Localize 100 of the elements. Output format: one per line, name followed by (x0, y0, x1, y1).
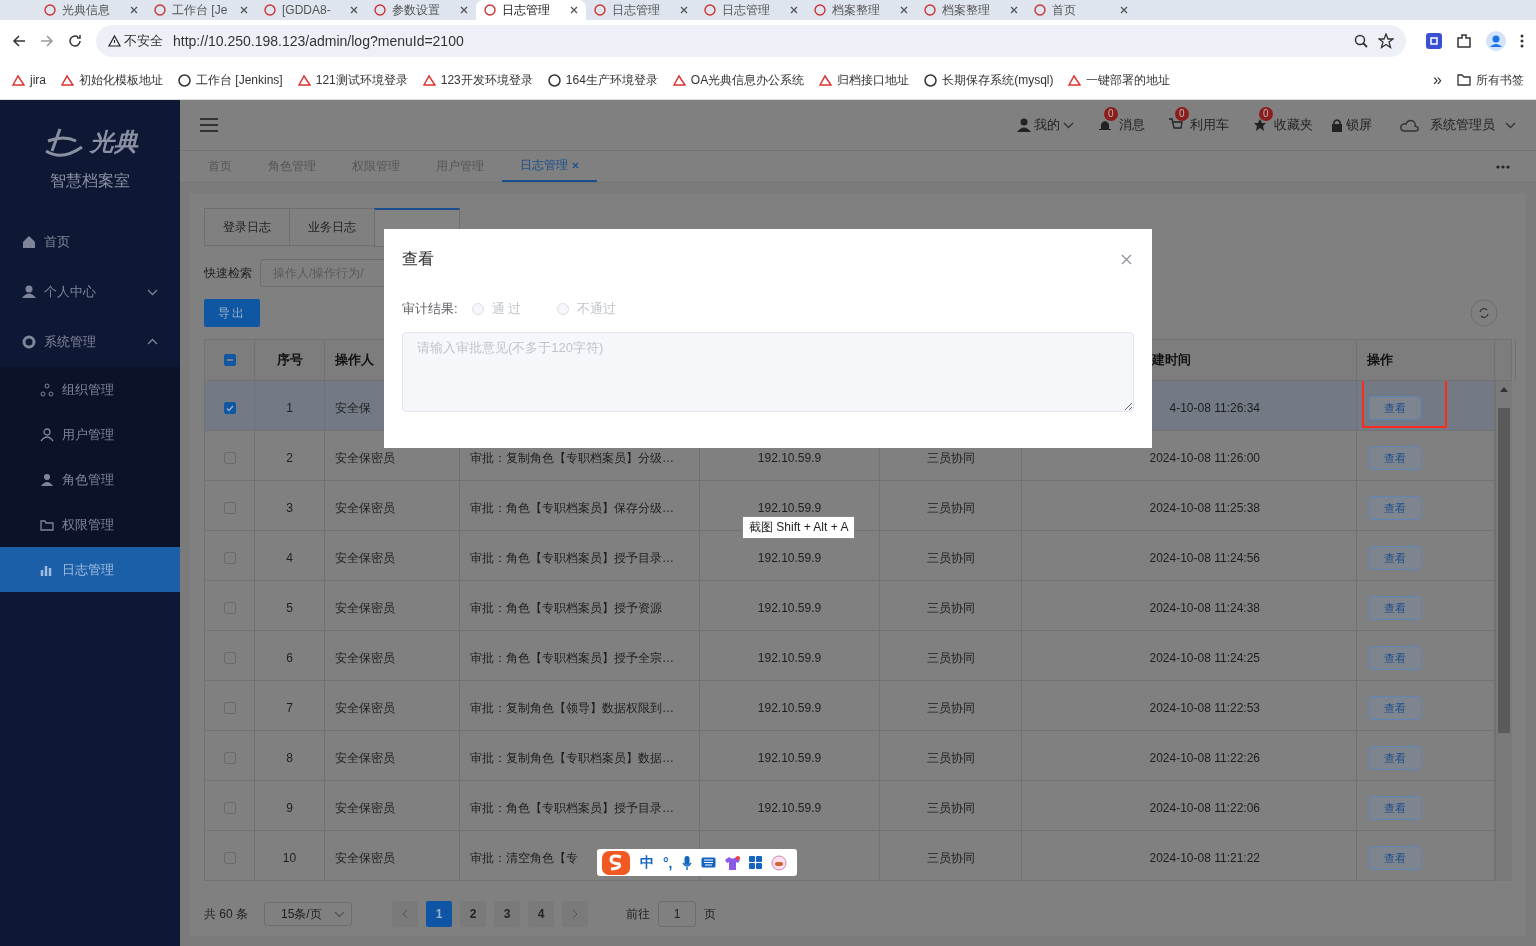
mascot-icon[interactable] (770, 854, 787, 871)
close-icon (680, 6, 688, 14)
bookmark[interactable]: 123开发环境登录 (422, 71, 533, 89)
warning-icon (108, 35, 121, 47)
table-row[interactable]: 6 安全保密员 审批：角色【专职档案员】授予全宗… 192.10.59.9 三员协同 2024-10-08 11:24:25 查看 (205, 631, 1495, 681)
more-icon[interactable] (1520, 34, 1524, 48)
zoom-icon[interactable] (1354, 34, 1368, 48)
radio-button[interactable] (471, 303, 484, 315)
bookmark-icon (547, 73, 561, 87)
table-row[interactable]: 7 安全保密员 审批：复制角色【领导】数据权限到… 192.10.59.9 三员协同 2024-10-08 11:22:53 查看 (205, 681, 1495, 731)
extension-icon[interactable] (1426, 33, 1442, 49)
bookmark[interactable]: 121测试环境登录 (297, 71, 408, 89)
log-tab[interactable]: 登录日志 (204, 208, 290, 246)
menu-icon[interactable] (200, 118, 218, 132)
browser-tab[interactable]: 参数设置 (366, 0, 476, 20)
table-cell: 8 (286, 751, 293, 765)
bookmark[interactable]: OA光典信息办公系统 (672, 71, 805, 89)
nav-subitem[interactable]: 组织管理 (0, 367, 180, 412)
table-row[interactable]: 9 安全保密员 审批：角色【专职档案员】授予目录… 192.10.59.9 三员协同 2024-10-08 11:22:06 查看 (205, 781, 1495, 831)
nav-item[interactable]: 系统管理 (0, 317, 180, 367)
page-button[interactable]: 3 (494, 901, 520, 927)
nav-item[interactable]: 首页 (0, 217, 180, 267)
table-row[interactable]: 8 安全保密员 审批：复制角色【专职档案员】数据… 192.10.59.9 三员协同 2024-10-08 11:22:26 查看 (205, 731, 1495, 781)
page-icon (814, 4, 826, 16)
bookmark-icon (178, 73, 191, 87)
tab-title: 工作台 [Je (172, 1, 229, 19)
browser-tab[interactable]: 日志管理 (586, 0, 696, 20)
nav-subitem[interactable]: 用户管理 (0, 412, 180, 457)
table-cell: 192.10.59.9 (757, 451, 822, 465)
select-all-checkbox[interactable] (223, 354, 236, 366)
apps-icon[interactable] (748, 856, 762, 869)
browser-tab[interactable]: 档案整理 (806, 0, 916, 20)
forward-icon[interactable] (40, 34, 54, 48)
table-cell: 三员协同 (926, 599, 975, 617)
page-button[interactable]: 4 (528, 901, 554, 927)
puzzle-icon[interactable] (1456, 33, 1472, 49)
ime-logo-icon[interactable] (601, 849, 631, 876)
lock-link[interactable]: 锁屏 (1331, 116, 1372, 134)
nav-icon (40, 382, 54, 397)
more-bookmarks[interactable]: » (1433, 71, 1442, 89)
view-button[interactable]: 查看 (1369, 446, 1421, 470)
star-icon[interactable] (1378, 33, 1394, 49)
ime-punctuation[interactable]: °, (663, 854, 673, 871)
browser-tab[interactable]: 档案整理 (916, 0, 1026, 20)
bookmark[interactable]: 初始化模板地址 (61, 71, 163, 89)
browser-tab[interactable]: 光典信息 (36, 0, 146, 20)
browser-tab[interactable]: [GDDA8- (256, 0, 366, 20)
profile-icon[interactable] (1486, 31, 1506, 51)
browser-tab[interactable]: 工作台 [Je (146, 0, 256, 20)
nav-item[interactable]: 个人中心 (0, 267, 180, 317)
browser-tab[interactable]: 首页 (1026, 0, 1136, 20)
reload-icon[interactable] (68, 34, 82, 48)
row-checkbox[interactable] (223, 402, 236, 414)
my-menu[interactable]: 我的 (1017, 116, 1074, 134)
table-cell: 4 (286, 551, 293, 565)
user-menu[interactable]: 系统管理员 (1400, 116, 1516, 134)
header-icon (1169, 118, 1183, 132)
shirt-icon[interactable] (724, 855, 740, 870)
view-button[interactable]: 查看 (1369, 646, 1421, 670)
back-icon[interactable] (12, 34, 26, 48)
view-button[interactable]: 查看 (1369, 746, 1421, 770)
view-button[interactable]: 查看 (1369, 396, 1421, 420)
table-cell: 192.10.59.9 (757, 651, 822, 665)
page-size-select[interactable]: 15条/页 (264, 902, 352, 926)
nav-subitem[interactable]: 日志管理 (0, 547, 180, 592)
view-button[interactable]: 查看 (1369, 846, 1421, 870)
bookmark[interactable]: 归档接口地址 (819, 71, 910, 89)
microphone-icon[interactable] (681, 855, 692, 870)
refresh-icon[interactable] (1470, 299, 1498, 327)
table-cell: 三员协同 (926, 649, 975, 667)
table-cell: 2024-10-08 11:22:53 (1149, 701, 1260, 715)
goto-page-field[interactable]: 1 (658, 901, 696, 927)
all-bookmarks[interactable]: 所有书签 (1457, 71, 1524, 89)
radio-button[interactable] (557, 303, 570, 315)
view-button[interactable]: 查看 (1369, 696, 1421, 720)
bookmark[interactable]: 工作台 [Jenkins] (178, 71, 283, 89)
export-button[interactable]: 导出 (204, 299, 260, 327)
close-icon[interactable] (1121, 254, 1132, 265)
page-button[interactable]: 1 (426, 901, 452, 927)
table-cell: 2024-10-08 11:25:38 (1149, 501, 1260, 515)
nav-subitem[interactable]: 权限管理 (0, 502, 180, 547)
keyboard-icon[interactable] (700, 857, 716, 868)
bookmark[interactable]: 164生产环境登录 (547, 71, 658, 89)
view-button[interactable]: 查看 (1369, 546, 1421, 570)
address-bar[interactable]: 不安全 http://10.250.198.123/admin/log?menuId=2100 (96, 25, 1406, 57)
nav-subitem[interactable]: 角色管理 (0, 457, 180, 502)
view-button[interactable]: 查看 (1369, 496, 1421, 520)
bookmark[interactable]: 一键部署的地址 (1068, 71, 1171, 89)
bookmark[interactable]: 长期保存系统(mysql) (924, 71, 1054, 89)
close-icon (790, 6, 798, 14)
view-button[interactable]: 查看 (1369, 596, 1421, 620)
browser-tab[interactable]: 日志管理 (696, 0, 806, 20)
page-button[interactable]: 2 (460, 901, 486, 927)
folder-icon (1457, 74, 1471, 86)
bookmark[interactable]: jira (12, 73, 46, 87)
ime-mode[interactable]: 中 (640, 853, 654, 872)
view-button[interactable]: 查看 (1369, 796, 1421, 820)
browser-tab[interactable]: 日志管理 (476, 0, 586, 20)
nav-icon (40, 427, 54, 442)
table-row[interactable]: 5 安全保密员 审批：角色【专职档案员】授予资源 192.10.59.9 三员协同 2024-10-08 11:24:38 查看 (205, 581, 1495, 631)
